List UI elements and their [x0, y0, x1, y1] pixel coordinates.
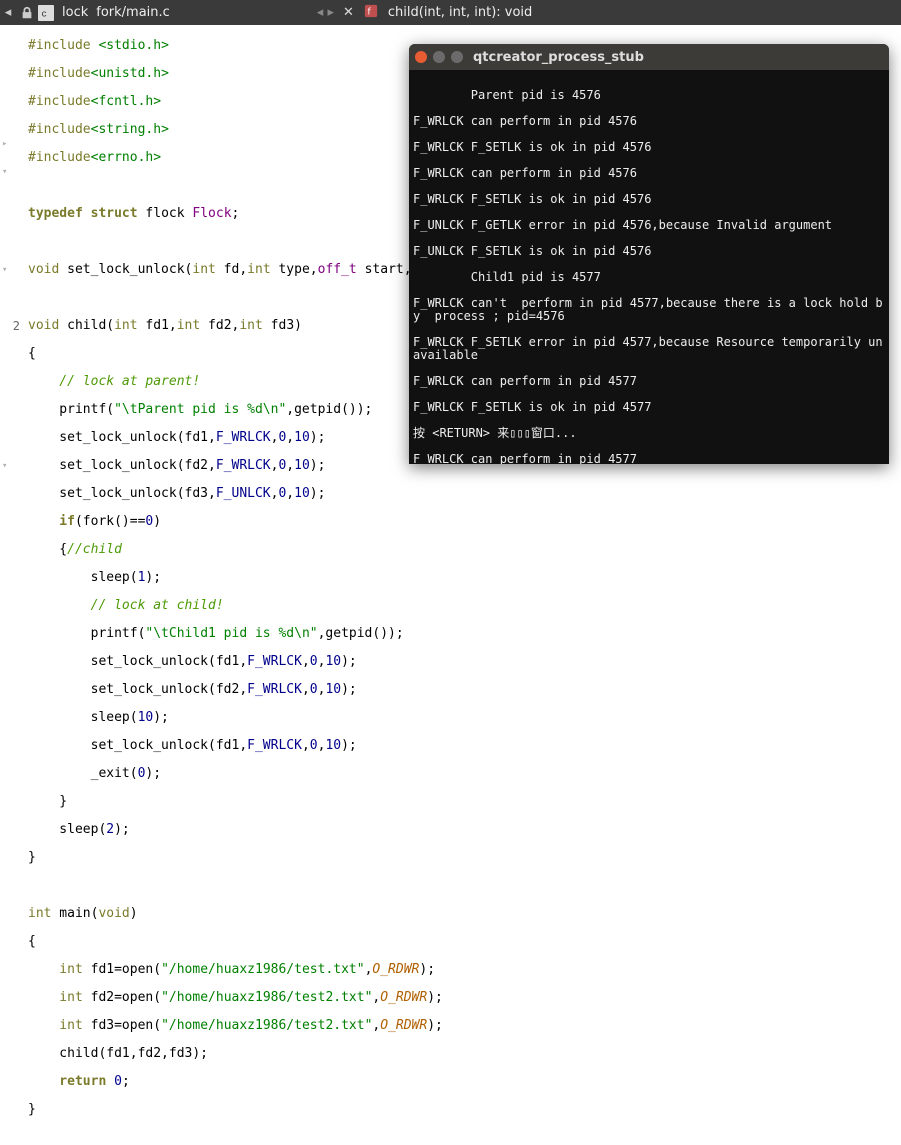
- terminal-output[interactable]: Parent pid is 4576 F_WRLCK can perform i…: [409, 70, 889, 464]
- term-line: F_UNLCK F_GETLK error in pid 4576,becaus…: [413, 219, 885, 232]
- dropdown-icon[interactable]: ◂ ▸: [314, 5, 337, 20]
- term-line: Parent pid is 4576: [413, 89, 885, 102]
- file-path-lock: lock: [58, 5, 92, 20]
- term-line: F_WRLCK F_SETLK error in pid 4577,becaus…: [413, 336, 885, 362]
- close-tab-icon[interactable]: ✕: [337, 5, 360, 20]
- term-line: F_WRLCK F_SETLK is ok in pid 4577: [413, 401, 885, 414]
- terminal-titlebar[interactable]: qtcreator_process_stub: [409, 44, 889, 70]
- nav-back-icon[interactable]: ◂: [0, 5, 16, 20]
- lock-icon: [20, 5, 34, 20]
- terminal-title: qtcreator_process_stub: [473, 50, 644, 65]
- line-gutter: 2: [0, 25, 26, 621]
- window-max-icon[interactable]: [451, 51, 463, 63]
- top-bar: ◂ c lock fork/main.c ◂ ▸ ✕ f child(int, …: [0, 0, 901, 25]
- breadcrumb-function[interactable]: child(int, int, int): void: [382, 5, 538, 20]
- term-line: F_WRLCK F_SETLK is ok in pid 4576: [413, 193, 885, 206]
- term-line: F_WRLCK F_SETLK is ok in pid 4576: [413, 141, 885, 154]
- term-line: F_WRLCK can perform in pid 4577: [413, 453, 885, 464]
- term-line: F_WRLCK can perform in pid 4576: [413, 115, 885, 128]
- term-line: F_WRLCK can't perform in pid 4577,becaus…: [413, 297, 885, 323]
- term-line: Child1 pid is 4577: [413, 271, 885, 284]
- window-min-icon[interactable]: [433, 51, 445, 63]
- term-line: 按 <RETURN> 来▯▯▯窗口...: [413, 427, 885, 440]
- c-file-icon: c: [38, 5, 54, 21]
- svg-text:c: c: [42, 8, 47, 19]
- term-line: F_WRLCK can perform in pid 4576: [413, 167, 885, 180]
- term-line: F_UNLCK F_SETLK is ok in pid 4576: [413, 245, 885, 258]
- function-icon: f: [364, 4, 378, 22]
- file-path-main: fork/main.c: [92, 5, 174, 20]
- term-line: F_WRLCK can perform in pid 4577: [413, 375, 885, 388]
- terminal-window[interactable]: qtcreator_process_stub Parent pid is 457…: [409, 44, 889, 464]
- window-close-icon[interactable]: [415, 51, 427, 63]
